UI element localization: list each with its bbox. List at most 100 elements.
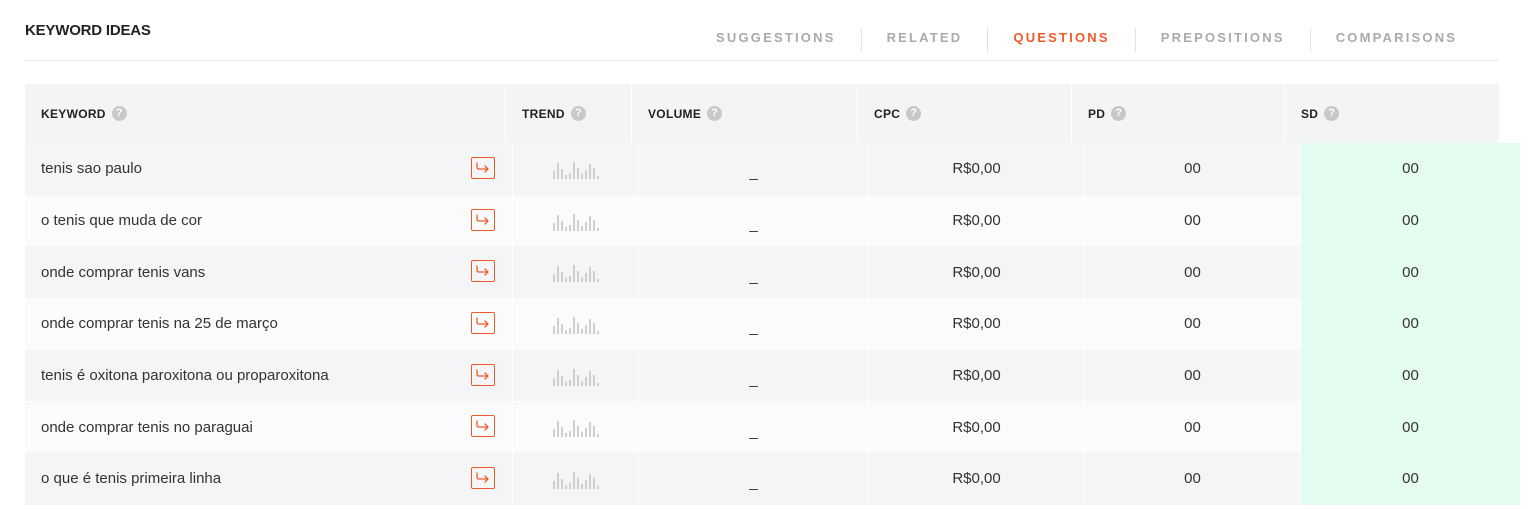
volume-cell: _ xyxy=(639,401,869,454)
table-row[interactable]: tenis sao paulo _ R$0,00 00 00 xyxy=(25,143,1520,195)
sd-cell: 00 xyxy=(1301,298,1520,350)
column-header-keyword[interactable]: KEYWORD ? xyxy=(25,84,506,143)
tab-questions[interactable]: QUESTIONS xyxy=(987,28,1134,52)
arrow-right-icon[interactable] xyxy=(471,260,495,283)
trend-cell xyxy=(513,453,639,505)
cpc-value: R$0,00 xyxy=(952,418,1001,436)
table-row[interactable]: o que é tenis primeira linha _ R$0,00 00… xyxy=(25,453,1520,505)
pd-cell: 00 xyxy=(1085,194,1301,247)
arrow-right-icon[interactable] xyxy=(471,363,495,386)
keyword-text[interactable]: o tenis que muda de cor xyxy=(41,212,202,229)
keyword-text[interactable]: onde comprar tenis vans xyxy=(41,264,205,281)
tab-prepositions[interactable]: PREPOSITIONS xyxy=(1134,28,1310,52)
cpc-cell: R$0,00 xyxy=(869,246,1085,299)
cpc-cell: R$0,00 xyxy=(869,453,1085,505)
trend-sparkline-icon xyxy=(552,316,599,334)
sd-value: 00 xyxy=(1402,418,1419,436)
help-icon[interactable]: ? xyxy=(111,106,127,121)
keyword-text[interactable]: o que é tenis primeira linha xyxy=(41,470,221,487)
cpc-value: R$0,00 xyxy=(952,212,1001,230)
volume-cell: _ xyxy=(639,143,869,195)
column-header-sd[interactable]: SD ? xyxy=(1285,84,1499,143)
pd-cell: 00 xyxy=(1085,401,1301,454)
arrow-right-icon[interactable] xyxy=(471,312,495,335)
sd-value: 00 xyxy=(1402,315,1419,333)
keyword-cell[interactable]: onde comprar tenis no paraguai xyxy=(25,401,513,454)
cpc-cell: R$0,00 xyxy=(869,143,1085,195)
sd-cell: 00 xyxy=(1301,349,1520,402)
table-row[interactable]: onde comprar tenis na 25 de março _ R$0,… xyxy=(25,298,1520,350)
help-icon[interactable]: ? xyxy=(1111,106,1127,121)
help-icon[interactable]: ? xyxy=(906,106,922,121)
keyword-table: KEYWORD ? TREND ? VOLUME ? CPC ? PD ? SD… xyxy=(25,84,1520,505)
volume-value: _ xyxy=(749,474,758,492)
pd-cell: 00 xyxy=(1085,298,1301,350)
keyword-text[interactable]: onde comprar tenis na 25 de março xyxy=(41,315,278,332)
page-title: KEYWORD IDEAS xyxy=(25,22,151,39)
keyword-cell[interactable]: tenis é oxitona paroxitona ou proparoxit… xyxy=(25,349,513,402)
keyword-ideas-header: KEYWORD IDEAS SUGGESTIONS RELATED QUESTI… xyxy=(25,0,1499,61)
help-icon[interactable]: ? xyxy=(707,106,723,121)
sd-cell: 00 xyxy=(1301,246,1520,299)
table-header: KEYWORD ? TREND ? VOLUME ? CPC ? PD ? SD… xyxy=(25,84,1499,143)
column-header-volume[interactable]: VOLUME ? xyxy=(632,84,858,143)
trend-sparkline-icon xyxy=(552,265,599,283)
column-label: SD xyxy=(1301,106,1319,121)
cpc-value: R$0,00 xyxy=(952,160,1001,178)
cpc-value: R$0,00 xyxy=(952,470,1001,488)
trend-cell xyxy=(513,143,639,195)
sd-value: 00 xyxy=(1402,263,1419,281)
column-header-pd[interactable]: PD ? xyxy=(1072,84,1285,143)
trend-sparkline-icon xyxy=(552,420,599,438)
help-icon[interactable]: ? xyxy=(1324,106,1340,121)
volume-cell: _ xyxy=(639,453,869,505)
keyword-cell[interactable]: o que é tenis primeira linha xyxy=(25,453,513,505)
help-icon[interactable]: ? xyxy=(570,106,586,121)
pd-value: 00 xyxy=(1184,418,1201,436)
volume-value: _ xyxy=(749,319,758,337)
arrow-right-icon[interactable] xyxy=(471,467,495,490)
arrow-right-icon[interactable] xyxy=(471,157,495,179)
trend-sparkline-icon xyxy=(552,471,599,489)
table-row[interactable]: onde comprar tenis no paraguai _ R$0,00 … xyxy=(25,401,1520,454)
arrow-right-icon[interactable] xyxy=(471,415,495,438)
sd-value: 00 xyxy=(1402,470,1419,488)
sd-cell: 00 xyxy=(1301,453,1520,505)
pd-value: 00 xyxy=(1184,315,1201,333)
keyword-cell[interactable]: onde comprar tenis na 25 de março xyxy=(25,298,513,350)
sd-cell: 00 xyxy=(1301,194,1520,247)
volume-cell: _ xyxy=(639,298,869,350)
column-label: KEYWORD xyxy=(41,106,106,121)
arrow-right-icon[interactable] xyxy=(471,208,495,231)
volume-value: _ xyxy=(749,422,758,440)
tab-suggestions[interactable]: SUGGESTIONS xyxy=(696,28,861,52)
table-row[interactable]: tenis é oxitona paroxitona ou proparoxit… xyxy=(25,349,1520,402)
cpc-value: R$0,00 xyxy=(952,367,1001,385)
keyword-cell[interactable]: onde comprar tenis vans xyxy=(25,246,513,299)
volume-value: _ xyxy=(749,371,758,389)
keyword-text[interactable]: tenis é oxitona paroxitona ou proparoxit… xyxy=(41,367,329,384)
volume-value: _ xyxy=(749,216,758,234)
table-row[interactable]: onde comprar tenis vans _ R$0,00 00 00 xyxy=(25,246,1520,299)
column-header-trend[interactable]: TREND ? xyxy=(506,84,632,143)
pd-value: 00 xyxy=(1184,367,1201,385)
column-label: VOLUME xyxy=(648,106,702,121)
keyword-text[interactable]: onde comprar tenis no paraguai xyxy=(41,419,253,436)
pd-value: 00 xyxy=(1184,470,1201,488)
column-label: TREND xyxy=(522,106,565,121)
volume-value: _ xyxy=(749,164,758,182)
keyword-cell[interactable]: o tenis que muda de cor xyxy=(25,194,513,247)
trend-cell xyxy=(513,401,639,454)
tab-comparisons[interactable]: COMPARISONS xyxy=(1309,28,1482,52)
cpc-cell: R$0,00 xyxy=(869,401,1085,454)
tab-related[interactable]: RELATED xyxy=(860,28,988,52)
cpc-value: R$0,00 xyxy=(952,263,1001,281)
column-header-cpc[interactable]: CPC ? xyxy=(858,84,1072,143)
table-row[interactable]: o tenis que muda de cor _ R$0,00 00 00 xyxy=(25,194,1520,247)
keyword-cell[interactable]: tenis sao paulo xyxy=(25,143,513,195)
keyword-text[interactable]: tenis sao paulo xyxy=(41,160,142,177)
pd-value: 00 xyxy=(1184,263,1201,281)
sd-cell: 00 xyxy=(1301,401,1520,454)
pd-cell: 00 xyxy=(1085,349,1301,402)
sd-value: 00 xyxy=(1402,212,1419,230)
